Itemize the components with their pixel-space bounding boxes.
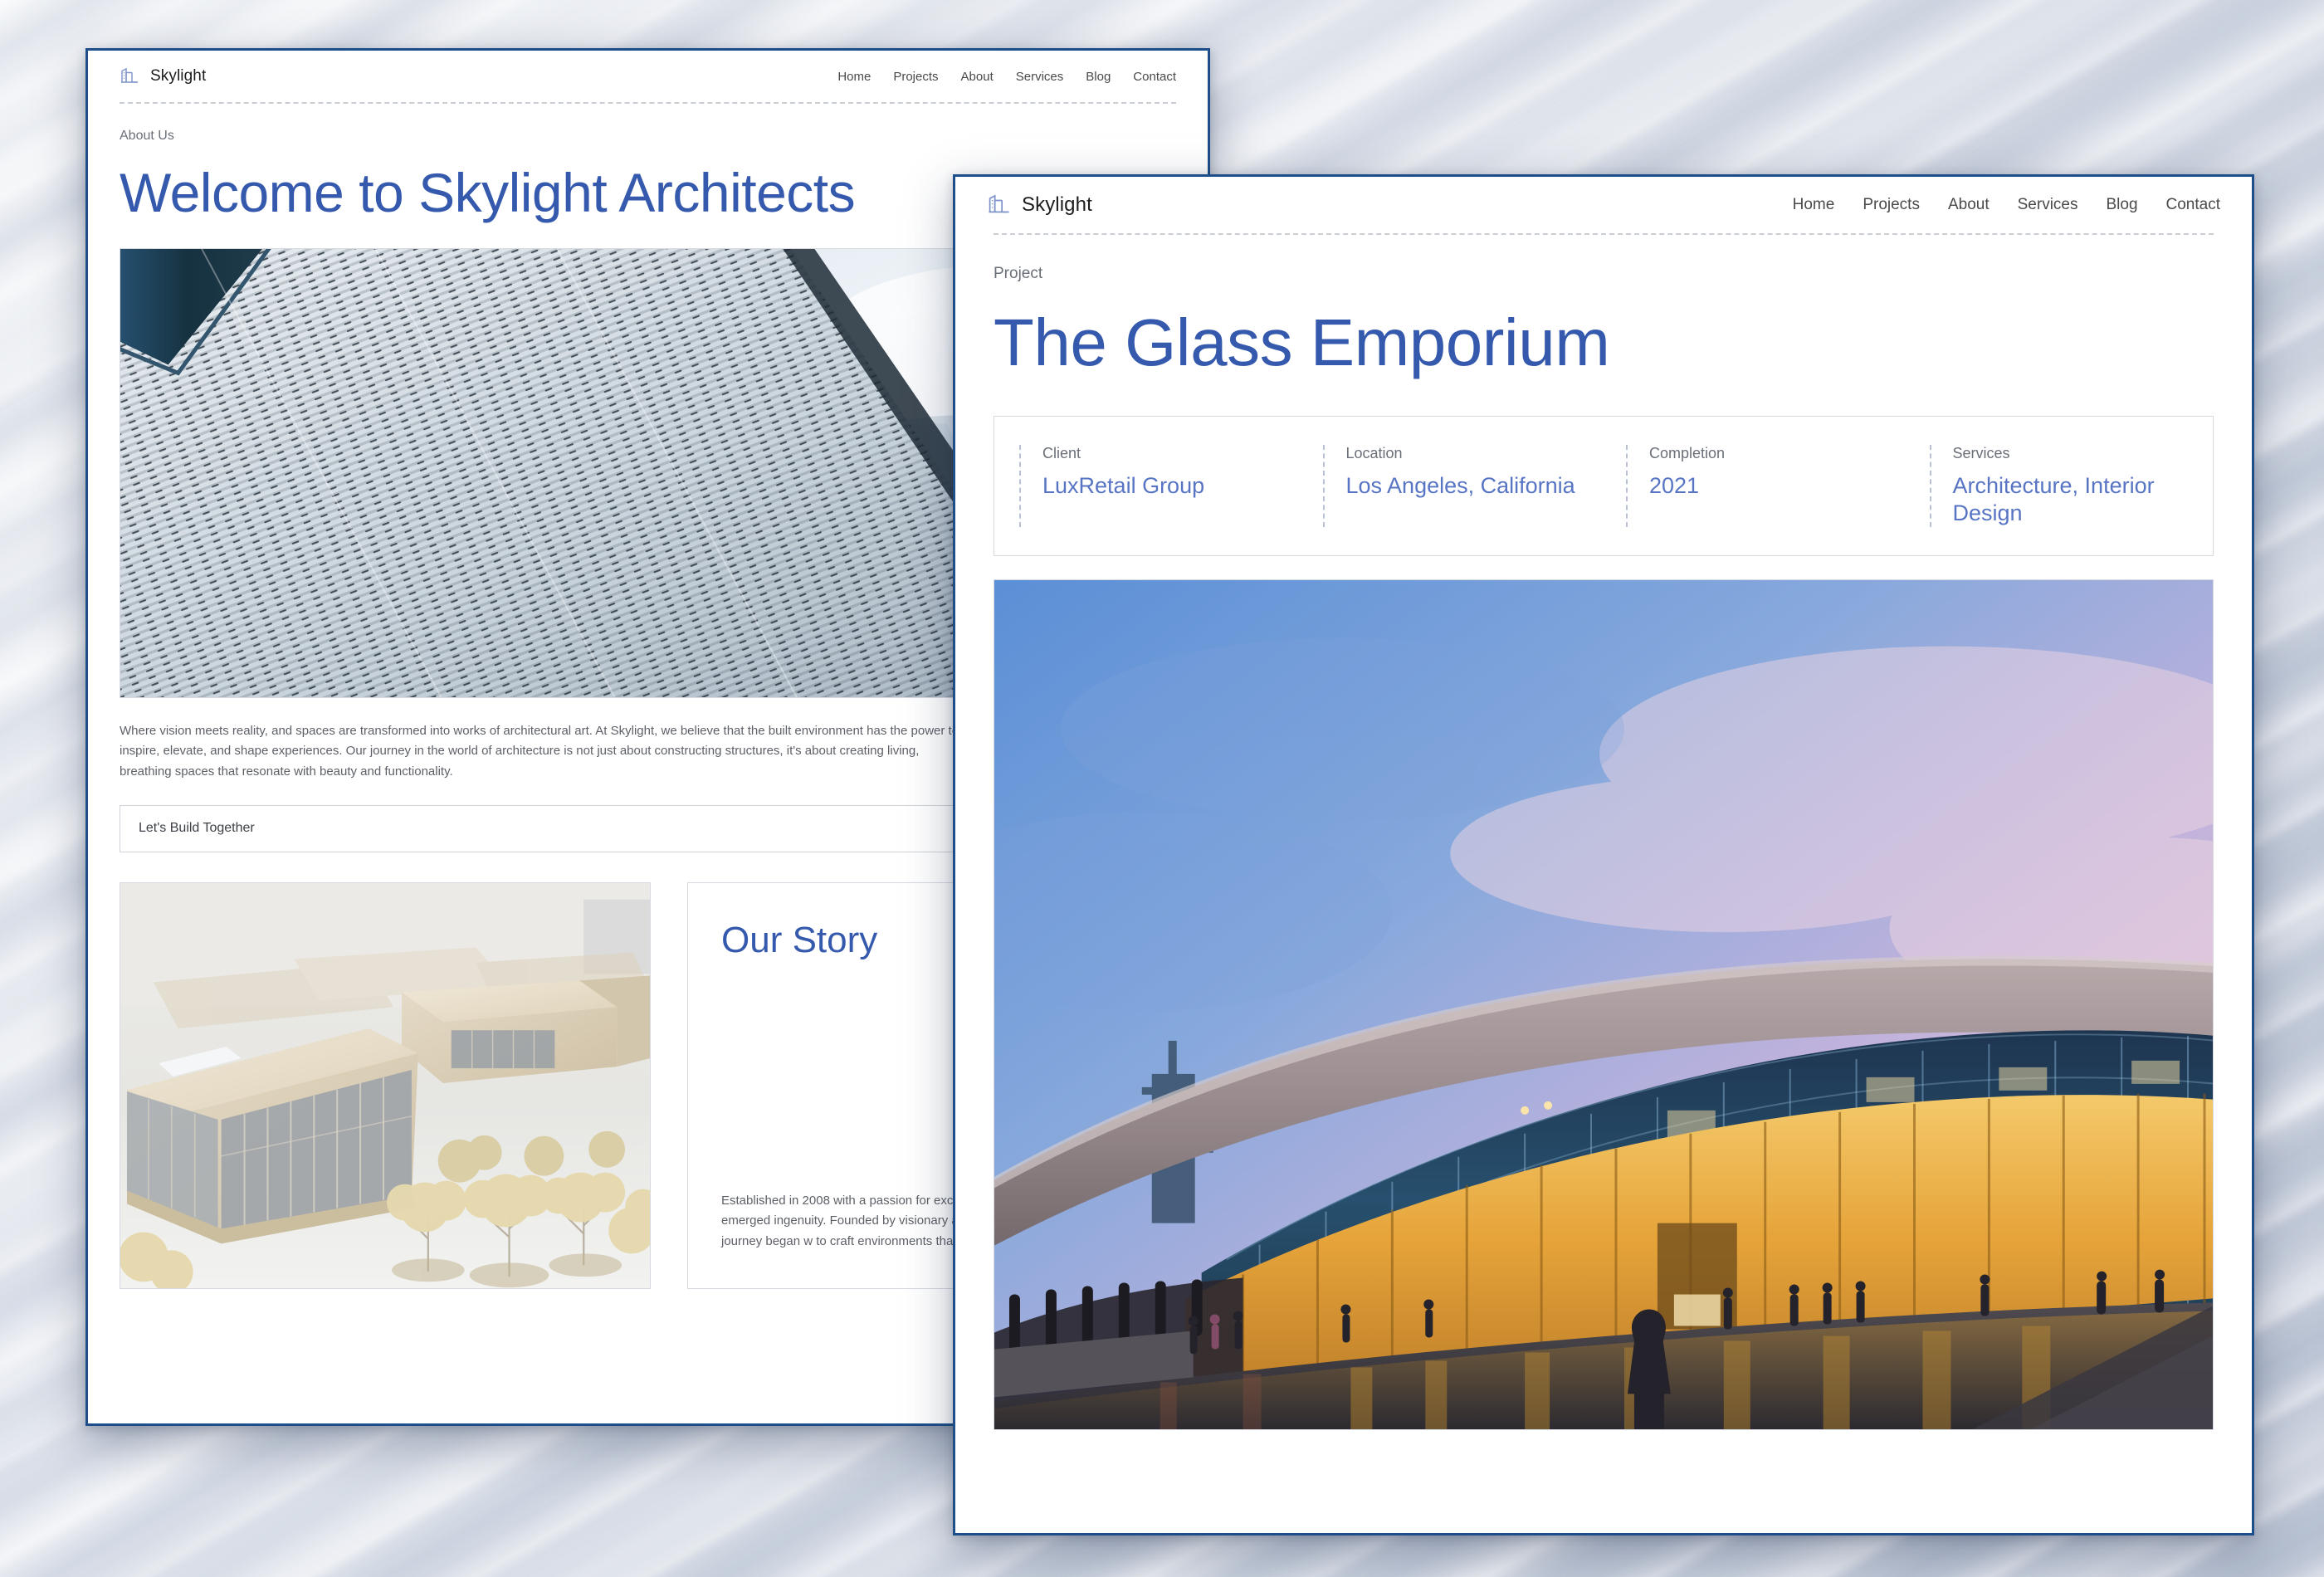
nav-item-blog[interactable]: Blog [1086, 70, 1111, 84]
meta-cell-client: Client LuxRetail Group [1019, 445, 1303, 527]
meta-cell-location: Location Los Angeles, California [1322, 445, 1607, 527]
meta-label-location: Location [1345, 445, 1403, 461]
nav-item-blog[interactable]: Blog [2106, 196, 2137, 214]
main-nav-about[interactable]: Home Projects About Services Blog Contac… [837, 70, 1176, 84]
meta-label-client: Client [1042, 445, 1081, 461]
browser-window-project[interactable]: Skylight Home Projects About Services Bl… [953, 174, 2254, 1536]
cta-build-together-label: Let's Build Together [139, 821, 255, 836]
meta-value-completion: 2021 [1649, 473, 1700, 498]
meta-value-location: Los Angeles, California [1345, 473, 1575, 498]
meta-label-completion: Completion [1649, 445, 1726, 461]
nav-item-projects[interactable]: Projects [893, 70, 938, 84]
brand-name-project: Skylight [1022, 193, 1092, 216]
breadcrumb-about: About Us [120, 129, 174, 143]
project-meta-panel: Client LuxRetail Group Location Los Ange… [994, 416, 2214, 556]
desktop-background: Skylight Home Projects About Services Bl… [0, 0, 2324, 1577]
story-image-model [120, 881, 651, 1289]
site-header-project: Skylight Home Projects About Services Bl… [955, 177, 2252, 233]
meta-cell-services: Services Architecture, Interior Design [1929, 445, 2214, 527]
brand-logo-about[interactable]: Skylight [120, 65, 206, 89]
nav-item-home[interactable]: Home [1793, 196, 1835, 214]
brand-name-about: Skylight [150, 67, 207, 85]
meta-value-client: LuxRetail Group [1042, 473, 1205, 498]
project-hero-image [994, 579, 2214, 1430]
nav-item-services[interactable]: Services [1016, 70, 1064, 84]
nav-item-services[interactable]: Services [2018, 196, 2078, 214]
meta-cell-completion: Completion 2021 [1626, 445, 1910, 527]
page-title-project: The Glass Emporium [994, 305, 1610, 379]
page-body-project: Project The Glass Emporium Client LuxRet… [955, 235, 2252, 1430]
about-intro-paragraph: Where vision meets reality, and spaces a… [120, 724, 959, 779]
site-header-about: Skylight Home Projects About Services Bl… [88, 51, 1208, 102]
nav-item-projects[interactable]: Projects [1863, 196, 1920, 214]
nav-item-home[interactable]: Home [837, 70, 871, 84]
meta-value-services: Architecture, Interior Design [1952, 473, 2155, 525]
brand-logo-project[interactable]: Skylight [987, 191, 1092, 219]
building-icon [120, 65, 139, 89]
nav-item-about[interactable]: About [961, 70, 994, 84]
nav-item-about[interactable]: About [1948, 196, 1990, 214]
building-icon [987, 191, 1011, 219]
breadcrumb-project: Project [994, 265, 1043, 282]
meta-label-services: Services [1952, 445, 2010, 461]
nav-item-contact[interactable]: Contact [1133, 70, 1176, 84]
main-nav-project[interactable]: Home Projects About Services Blog Contac… [1793, 196, 2220, 214]
nav-item-contact[interactable]: Contact [2166, 196, 2220, 214]
